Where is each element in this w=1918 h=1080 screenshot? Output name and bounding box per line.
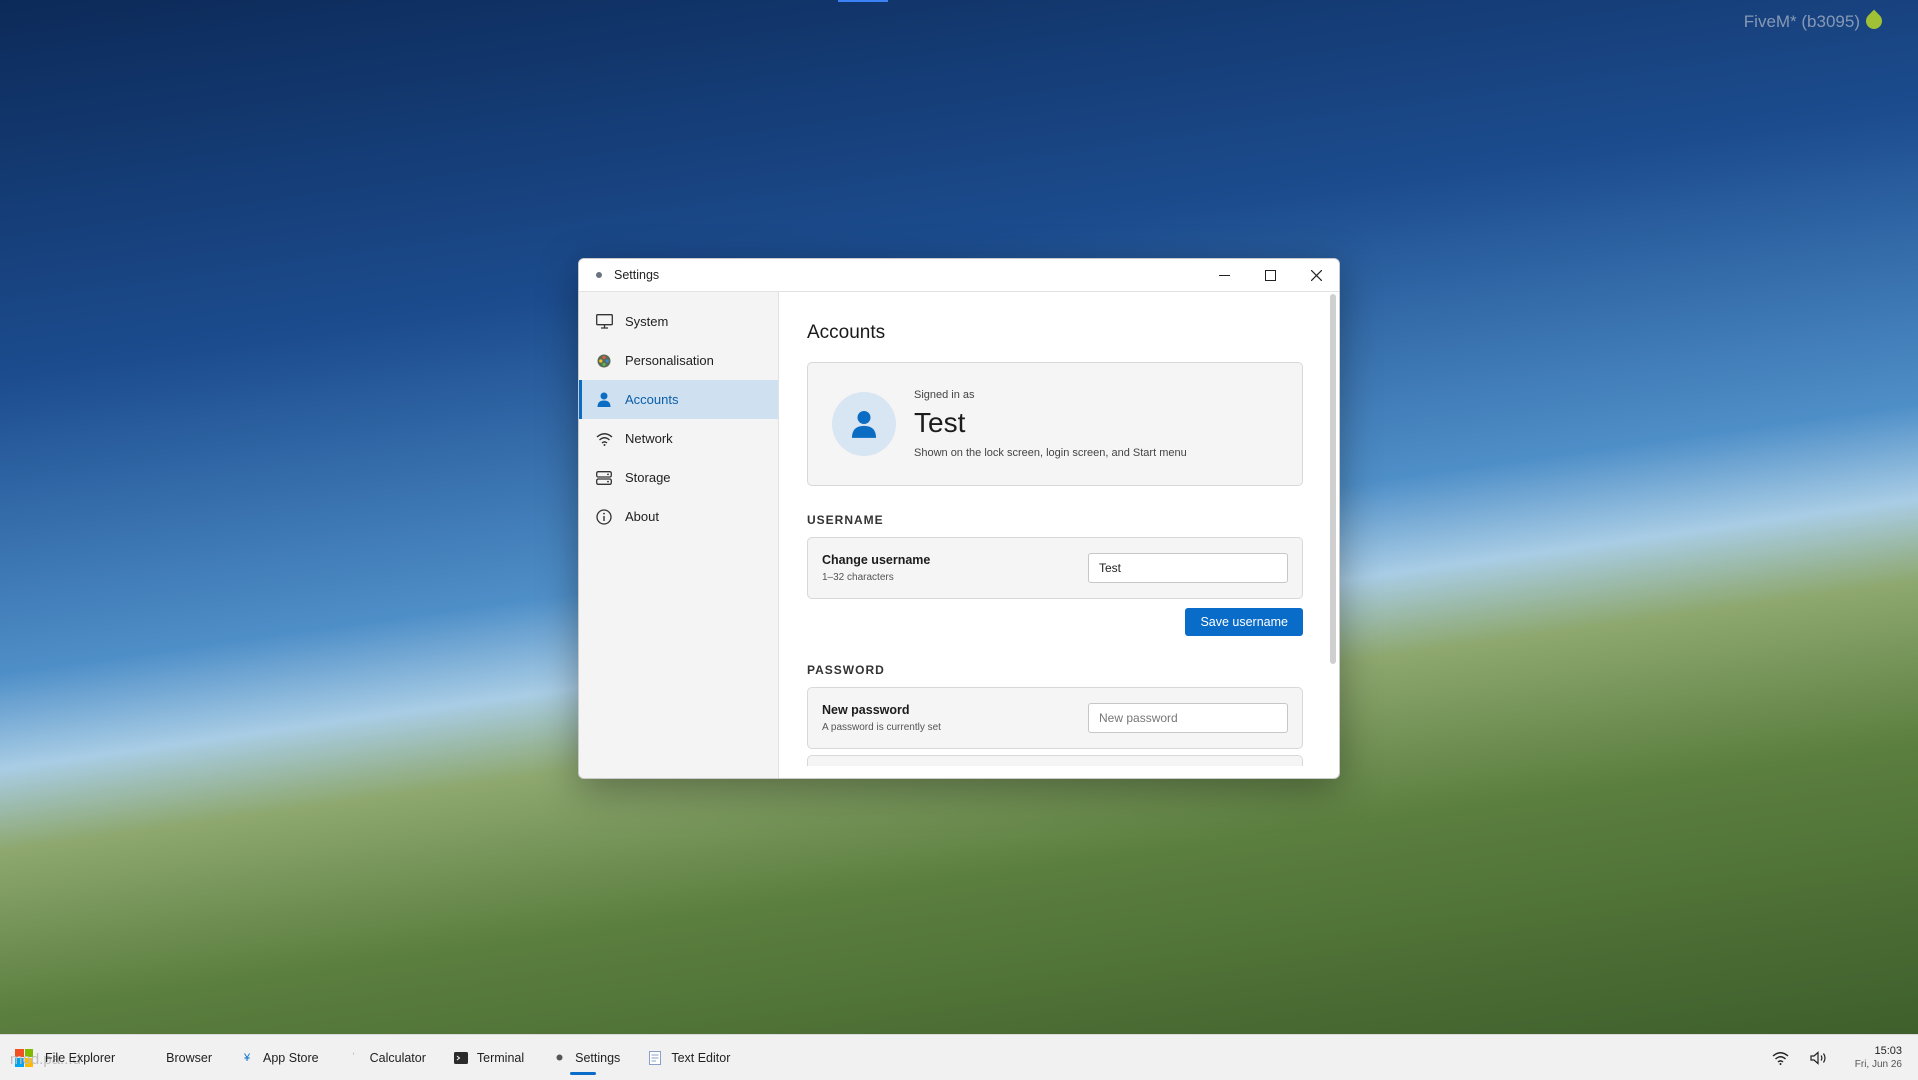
sidebar-item-label: Accounts xyxy=(625,392,679,407)
terminal-icon xyxy=(453,1051,468,1065)
sidebar-item-label: Network xyxy=(625,431,673,446)
page-title: Accounts xyxy=(807,322,886,343)
taskbar-label: Settings xyxy=(575,1050,621,1065)
app-store-icon: ¥ xyxy=(243,1051,251,1064)
taskbar-label: Text Editor xyxy=(671,1050,731,1065)
username-row: Change username 1–32 characters xyxy=(807,537,1303,599)
password-section-heading: PASSWORD xyxy=(807,663,885,677)
password-row: New password A password is currently set xyxy=(807,687,1303,749)
username-hint: 1–32 characters xyxy=(822,572,894,583)
maximize-button[interactable] xyxy=(1247,259,1293,291)
taskbar-calculator[interactable]: ˈ Calculator xyxy=(347,1035,426,1080)
minimize-button[interactable] xyxy=(1201,259,1247,291)
text-editor-icon xyxy=(648,1050,662,1065)
close-button[interactable] xyxy=(1293,259,1339,291)
avatar xyxy=(832,392,896,456)
window-title: Settings xyxy=(614,268,660,282)
settings-icon xyxy=(552,1051,566,1065)
person-icon xyxy=(595,391,613,409)
taskbar-settings[interactable]: Settings xyxy=(552,1035,620,1080)
minimize-icon xyxy=(1218,274,1230,276)
app-icon xyxy=(596,272,602,278)
new-password-input[interactable] xyxy=(1088,703,1288,733)
sidebar-item-label: About xyxy=(625,509,659,524)
content-scrollbar[interactable] xyxy=(1330,294,1336,664)
sidebar-item-label: System xyxy=(625,314,669,329)
taskbar-label: File Explorer xyxy=(45,1050,116,1065)
username-section-heading: USERNAME xyxy=(807,513,884,527)
watermark-text: FiveM* (b3095) xyxy=(1743,12,1860,31)
sidebar-item-storage[interactable]: Storage xyxy=(579,458,778,497)
monitor-icon xyxy=(595,313,613,331)
profile-card: Signed in as Test Shown on the lock scre… xyxy=(807,362,1303,486)
clock-time: 15:03 xyxy=(1874,1044,1902,1057)
taskbar-label: Calculator xyxy=(369,1050,426,1065)
sidebar-item-system[interactable]: System xyxy=(579,302,778,341)
wifi-tray-icon[interactable] xyxy=(1771,1048,1791,1068)
next-setting-row xyxy=(807,755,1303,766)
sidebar-item-label: Personalisation xyxy=(625,353,714,368)
taskbar-app-store[interactable]: ¥ App Store xyxy=(240,1035,319,1080)
profile-name: Test xyxy=(914,407,966,438)
taskbar-label: Browser xyxy=(166,1050,213,1065)
settings-sidebar: System Personalisation Accounts Network xyxy=(579,292,779,778)
taskbar-file-explorer[interactable]: File Explorer xyxy=(45,1035,115,1080)
sidebar-item-personalisation[interactable]: Personalisation xyxy=(579,341,778,380)
username-label: Change username xyxy=(822,553,931,567)
username-input[interactable] xyxy=(1088,553,1288,583)
clock-date: Fri, Jun 26 xyxy=(1854,1058,1902,1070)
settings-content: Accounts Signed in as Test Shown on the … xyxy=(779,292,1339,778)
taskbar-label: App Store xyxy=(263,1050,319,1065)
person-icon xyxy=(851,411,877,438)
taskbar: mod.pa...d File Explorer Browser ¥ App S… xyxy=(0,1034,1918,1080)
palette-icon xyxy=(595,352,613,370)
taskbar-text-editor[interactable]: Text Editor xyxy=(648,1035,730,1080)
save-username-button[interactable]: Save username xyxy=(1185,608,1303,636)
taskbar-terminal[interactable]: Terminal xyxy=(453,1035,525,1080)
settings-window: Settings System Personalisation Accounts… xyxy=(578,258,1340,779)
password-label: New password xyxy=(822,703,910,717)
profile-description: Shown on the lock screen, login screen, … xyxy=(914,447,1187,459)
taskbar-browser[interactable]: Browser xyxy=(143,1035,212,1080)
signed-in-label: Signed in as xyxy=(914,389,975,401)
build-watermark: FiveM* (b3095) xyxy=(1743,9,1886,33)
leaf-icon xyxy=(1862,9,1886,33)
browser-icon xyxy=(143,1051,157,1065)
sidebar-item-label: Storage xyxy=(625,470,671,485)
system-clock[interactable]: 15:03 Fri, Jun 26 xyxy=(1855,1044,1902,1072)
taskbar-label: Terminal xyxy=(476,1050,525,1065)
password-hint: A password is currently set xyxy=(822,722,941,733)
sidebar-item-accounts[interactable]: Accounts xyxy=(579,380,778,419)
close-icon xyxy=(1310,269,1322,281)
wifi-icon xyxy=(595,430,613,448)
sidebar-item-network[interactable]: Network xyxy=(579,419,778,458)
title-bar[interactable]: Settings xyxy=(579,259,1339,292)
calculator-icon: ˈ xyxy=(351,1051,356,1064)
storage-icon xyxy=(595,469,613,487)
maximize-icon xyxy=(1264,269,1276,281)
top-indicator xyxy=(838,0,888,2)
volume-icon[interactable] xyxy=(1809,1048,1829,1068)
sidebar-item-about[interactable]: About xyxy=(579,497,778,536)
info-icon xyxy=(595,508,613,526)
